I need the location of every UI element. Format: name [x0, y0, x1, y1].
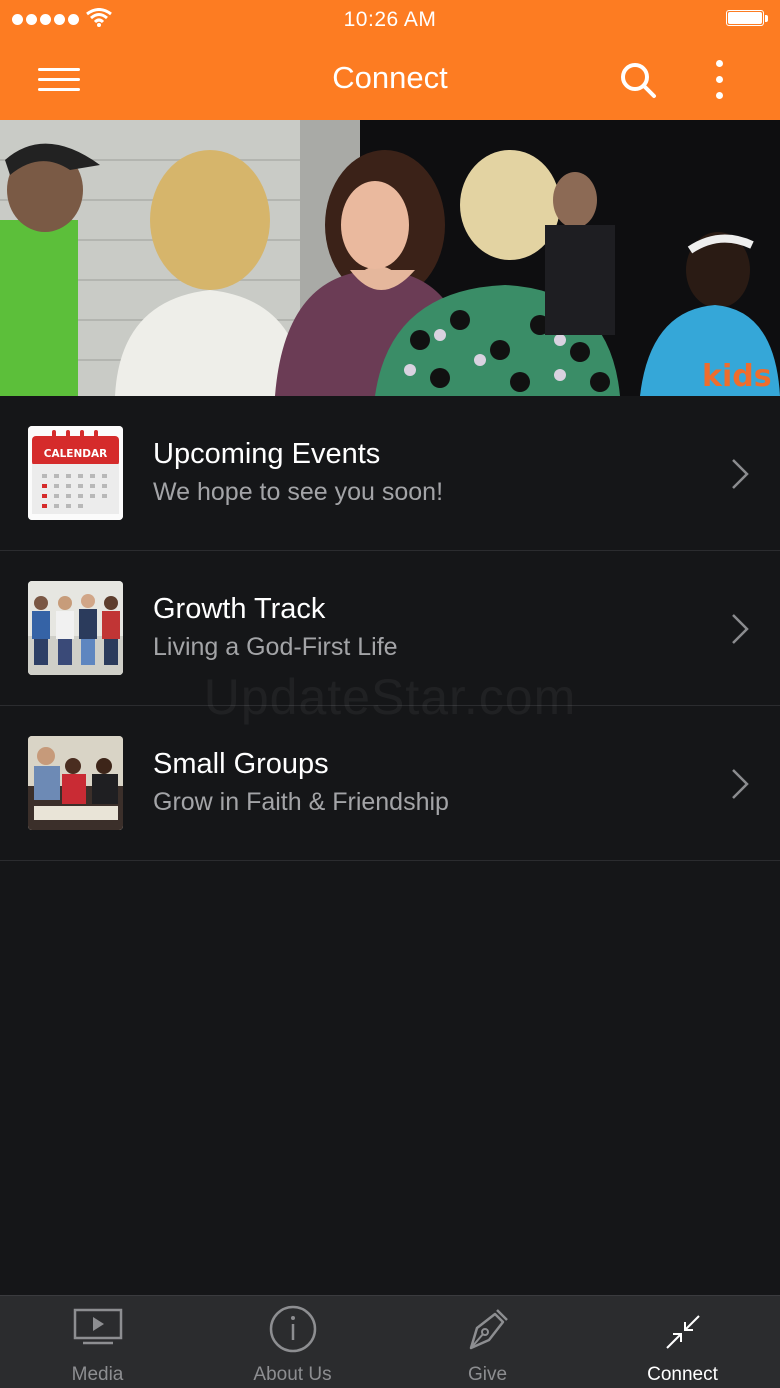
info-icon — [269, 1305, 316, 1353]
list-item-subtitle: Grow in Faith & Friendship — [153, 788, 449, 816]
list-item-title: Growth Track — [153, 593, 326, 625]
list-item-small-groups[interactable]: Small Groups Grow in Faith & Friendship — [0, 706, 780, 861]
search-icon[interactable] — [618, 60, 658, 100]
tab-label: Give — [467, 1364, 508, 1385]
growth-track-photo — [28, 581, 123, 675]
chevron-right-icon — [732, 769, 749, 799]
more-options-icon[interactable] — [708, 58, 732, 102]
pen-nib-icon — [469, 1309, 508, 1350]
tab-give[interactable]: Give — [390, 1296, 585, 1388]
tab-label: Media — [71, 1364, 124, 1385]
arrows-inward-icon — [665, 1315, 700, 1349]
connect-list: CALENDAR Upcoming Events We hope to see … — [0, 396, 780, 861]
watermark-text: UpdateStar.com — [203, 669, 577, 725]
tab-media[interactable]: Media — [0, 1296, 195, 1388]
list-item-upcoming-events[interactable]: CALENDAR Upcoming Events We hope to see … — [0, 396, 780, 551]
play-screen-icon — [73, 1308, 122, 1345]
small-groups-photo — [28, 736, 123, 830]
tab-about-us[interactable]: About Us — [195, 1296, 390, 1388]
calendar-icon: CALENDAR — [28, 426, 123, 520]
tab-connect[interactable]: Connect — [585, 1296, 780, 1388]
status-bar: 10:26 AM — [0, 0, 780, 40]
battery-icon — [726, 10, 768, 28]
page-title: Connect — [332, 60, 448, 95]
tab-bar: Media About Us Give Connect — [0, 1295, 780, 1388]
hero-photo: kids — [0, 120, 780, 396]
tab-label: About Us — [253, 1364, 332, 1385]
kids-shirt-text: kids — [702, 359, 772, 394]
status-time: 10:26 AM — [343, 8, 437, 31]
list-item-subtitle: We hope to see you soon! — [153, 478, 444, 506]
chevron-right-icon — [732, 614, 749, 644]
list-item-subtitle: Living a God-First Life — [153, 633, 398, 661]
list-item-title: Small Groups — [153, 748, 329, 780]
tab-label: Connect — [647, 1364, 718, 1385]
chevron-right-icon — [732, 459, 749, 489]
list-item-title: Upcoming Events — [153, 438, 381, 470]
calendar-label: CALENDAR — [44, 448, 107, 460]
nav-bar: Connect — [0, 40, 780, 120]
